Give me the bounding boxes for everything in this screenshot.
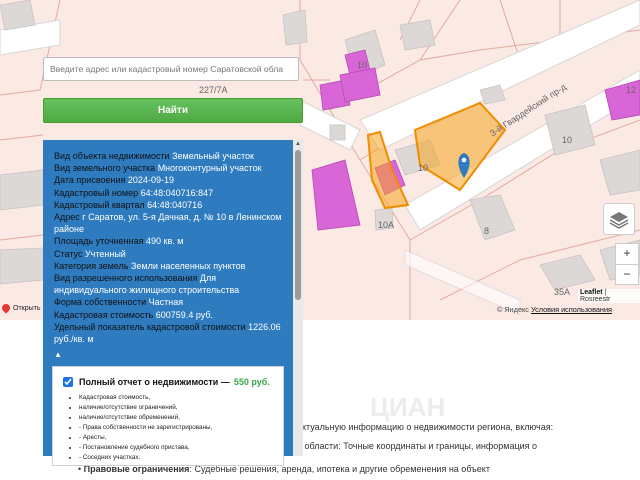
info-row-value: 64:48:040716:847 <box>140 187 214 198</box>
info-panel-scrollbar[interactable]: ▲ <box>293 140 303 456</box>
open-link-label: Открыть <box>13 304 41 312</box>
info-row: Статус Учтенный <box>54 248 284 260</box>
map-pin-icon <box>0 302 12 314</box>
info-row-value: 490 кв. м <box>146 236 184 247</box>
house-number-label: 10 <box>357 60 368 70</box>
info-row: Кадастровая стоимость 600759.4 руб. <box>54 309 284 321</box>
scroll-up-icon[interactable]: ▲ <box>295 141 301 147</box>
info-row-label: Удельный показатель кадастровой стоимост… <box>54 321 246 332</box>
house-number-label: 10А <box>378 220 395 230</box>
info-row: Площадь уточненная 490 кв. м <box>54 235 284 247</box>
terms-link[interactable]: Условия использования <box>531 305 612 314</box>
info-row: Адрес г Саратов, ул. 5-я Дачная, д. № 10… <box>54 211 284 235</box>
scroll-thumb[interactable] <box>295 150 301 300</box>
info-row-value: Частная <box>148 297 184 308</box>
report-title: Полный отчет о недвижимости — <box>79 377 230 387</box>
zoom-in-button[interactable]: + <box>616 244 638 265</box>
info-row-label: Вид объекта недвижимости <box>54 151 170 161</box>
report-feature-item: Кадастровая стоимость, <box>79 393 275 403</box>
collapse-toggle-icon[interactable]: ▲ <box>54 349 293 361</box>
info-row: Кадастровый номер 64:48:040716:847 <box>54 187 284 199</box>
house-number-label: 10 <box>562 135 573 145</box>
yandex-attribution: © Яндекс Условия использования <box>497 305 612 314</box>
house-number-label: 12 <box>626 85 637 95</box>
info-row: Дата присвоения 2024-09-19 <box>54 174 284 186</box>
info-rows: Вид объекта недвижимости Земельный участ… <box>43 140 293 345</box>
open-in-maps-link[interactable]: Открыть <box>0 302 41 314</box>
info-row-label: Адрес <box>54 212 80 223</box>
leaflet-link[interactable]: Leaflet <box>580 289 603 296</box>
info-row: Категория земель Земли населенных пункто… <box>54 260 284 272</box>
info-row-label: Категория земель <box>54 260 129 271</box>
info-row-value: 2024-09-19 <box>127 175 174 186</box>
zoom-control: + − <box>615 243 639 285</box>
full-report-checkbox[interactable] <box>63 377 73 387</box>
info-row-label: Кадастровый квартал <box>54 199 145 210</box>
report-feature-item: наличие/отсутствие обременений, <box>79 413 275 423</box>
report-features-list: Кадастровая стоимость,наличие/отсутствие… <box>63 393 275 463</box>
report-feature-item: - Соседних участках. <box>79 453 275 463</box>
info-row-label: Статус <box>54 248 83 259</box>
layers-button[interactable] <box>603 203 635 235</box>
info-row-label: Кадастровый номер <box>54 187 139 198</box>
report-header: Полный отчет о недвижимости — 550 руб. <box>63 377 275 387</box>
watermark-logo: ЦИАН <box>370 392 446 422</box>
report-price: 550 руб. <box>233 377 270 387</box>
info-row: Удельный показатель кадастровой стоимост… <box>54 321 284 345</box>
info-row-value: Учтенный <box>84 248 126 259</box>
info-row-label: Форма собственности <box>54 297 147 308</box>
info-row: Вид земельного участка Многоконтурный уч… <box>54 162 284 174</box>
layers-icon <box>609 212 629 229</box>
info-row-value: г Саратов, ул. 5-я Дачная, д. № 10 в Лен… <box>54 212 282 235</box>
description-text: й области: Точные координаты и границы, … <box>297 441 538 451</box>
info-row-value: Земельный участок <box>172 151 254 161</box>
info-row-value: Многоконтурный участок <box>157 163 262 174</box>
report-feature-item: наличие/отсутствие ограничений, <box>79 403 275 413</box>
info-row-label: Дата присвоения <box>54 175 126 186</box>
house-number-label: 227/7А <box>199 85 228 95</box>
zoom-out-button[interactable]: − <box>616 265 638 285</box>
info-row-label: Кадастровая стоимость <box>54 309 154 320</box>
yandex-copyright: © Яндекс <box>497 305 529 314</box>
description-text: актуальную информацию о недвижимости рег… <box>297 422 554 432</box>
info-row-label: Площадь уточненная <box>54 236 144 247</box>
info-row-value: 600759.4 руб. <box>155 309 213 320</box>
report-feature-item: - Постановление судебного пристава, <box>79 443 275 453</box>
info-row: Кадастровый квартал 64:48:040716 <box>54 199 284 211</box>
info-row: Вид объекта недвижимости Земельный участ… <box>54 150 284 162</box>
info-row: Форма собственности Частная <box>54 296 284 308</box>
report-feature-item: - Аресты, <box>79 433 275 443</box>
info-row-label: Вид разрешенного использования <box>54 273 198 284</box>
info-row: Вид разрешенного использования Для индив… <box>54 272 284 296</box>
map-attribution: Leaflet | Rosreestr <box>578 289 640 303</box>
info-row-label: Вид земельного участка <box>54 163 156 174</box>
full-report-card: Полный отчет о недвижимости — 550 руб. К… <box>52 366 284 466</box>
search-input[interactable] <box>43 57 299 81</box>
info-row-value: 64:48:040716 <box>147 199 203 210</box>
find-button[interactable]: Найти <box>43 98 303 123</box>
info-row-value: Земли населенных пунктов <box>130 260 246 271</box>
house-number-label: 10 <box>418 163 429 173</box>
house-number-label: 35А <box>554 287 571 297</box>
house-number-label: 8 <box>484 226 490 236</box>
report-feature-item: - Права собственности не зарегистрирован… <box>79 423 275 433</box>
